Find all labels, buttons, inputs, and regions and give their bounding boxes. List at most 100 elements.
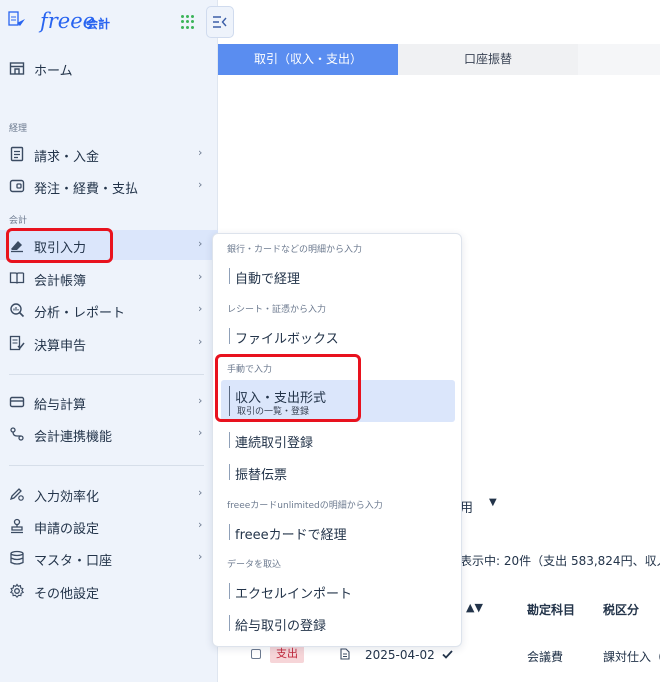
flyout-item-transfer-slip[interactable]: 振替伝票: [221, 457, 455, 487]
chevron-right-icon: ›: [198, 178, 203, 191]
collapse-menu-icon: [213, 16, 227, 28]
eraser-icon: [11, 241, 23, 253]
flyout-item-freee-card[interactable]: freeeカードで経理: [221, 517, 455, 547]
chevron-right-icon: ›: [198, 426, 203, 439]
sidebar-item-label: 給与計算: [34, 398, 87, 413]
book-open-icon: [9, 272, 25, 284]
row-checkbox[interactable]: [251, 649, 261, 659]
item-bar: [229, 328, 230, 344]
tab-account-transfer[interactable]: 口座振替: [398, 44, 578, 75]
sidebar-item-label: 取引入力: [34, 241, 87, 256]
item-bar: [229, 464, 230, 480]
item-bar: [229, 432, 230, 448]
section-label-keiri: 経理: [9, 124, 28, 134]
sidebar-item-ledgers[interactable]: 会計帳簿 ›: [0, 263, 218, 293]
sidebar-item-payroll[interactable]: 給与計算 ›: [0, 387, 218, 417]
check-icon: [442, 650, 453, 659]
type-badge: 支出: [270, 645, 304, 663]
flyout-category: 銀行・カードなどの明細から入力: [227, 245, 363, 255]
chevron-right-icon: ›: [198, 237, 203, 250]
sidebar-item-label: 分析・レポート: [34, 306, 126, 321]
sidebar-item-label: 発注・経費・支払: [34, 182, 139, 197]
sidebar-collapse-button[interactable]: [206, 6, 234, 38]
chevron-right-icon: ›: [198, 335, 203, 348]
item-bar: [229, 583, 230, 599]
sidebar-item-other-settings[interactable]: その他設定: [0, 576, 218, 606]
tab-blank: [578, 44, 660, 75]
app-logo-sub: 会計: [86, 17, 111, 31]
sidebar: freee 会計 ホーム 経理 請求・入金 › 発注・経費・支払 › 会計 取引…: [0, 0, 218, 682]
transaction-input-flyout: 銀行・カードなどの明細から入力 自動で経理 レシート・証憑から入力 ファイルボッ…: [212, 233, 462, 647]
sidebar-item-label: 申請の設定: [34, 522, 100, 537]
tab-transactions[interactable]: 取引（収入・支出）: [218, 44, 398, 75]
sidebar-item-label: その他設定: [34, 587, 100, 602]
flyout-item-label: エクセルインポート: [235, 587, 353, 602]
document-icon: [10, 146, 24, 162]
sidebar-item-label: 決算申告: [34, 339, 87, 354]
sidebar-item-closing[interactable]: 決算申告 ›: [0, 328, 218, 358]
magnifier-chart-icon: [10, 303, 25, 318]
flyout-item-income-expense[interactable]: 収入・支出形式 取引の一覧・登録: [221, 380, 455, 422]
item-bar: [229, 524, 230, 540]
flyout-item-label: 自動で経理: [235, 272, 301, 287]
stamp-icon: [11, 518, 23, 534]
item-bar: [229, 386, 230, 416]
sort-arrows-icon[interactable]: ▲▼: [466, 601, 483, 614]
wallet-icon: [9, 179, 25, 193]
logo-bird-icon: [8, 11, 25, 26]
sidebar-item-expenses[interactable]: 発注・経費・支払 ›: [0, 171, 218, 201]
sidebar-divider: [9, 465, 204, 466]
sidebar-item-label: 入力効率化: [34, 490, 100, 505]
sidebar-item-master[interactable]: マスタ・口座 ›: [0, 543, 218, 573]
flyout-item-excel-import[interactable]: エクセルインポート: [221, 576, 455, 606]
sidebar-item-label: ホーム: [34, 64, 73, 79]
sidebar-divider: [9, 374, 204, 375]
chevron-right-icon: ›: [198, 550, 203, 563]
sidebar-item-label: マスタ・口座: [34, 554, 113, 569]
sidebar-item-transaction-input[interactable]: 取引入力 ›: [0, 230, 218, 260]
flyout-item-sublabel: 取引の一覧・登録: [237, 407, 310, 417]
flyout-item-filebox[interactable]: ファイルボックス: [221, 321, 455, 351]
flyout-category: 手動で入力: [227, 365, 273, 375]
sidebar-item-efficiency[interactable]: 入力効率化 ›: [0, 479, 218, 509]
flyout-item-continuous[interactable]: 連続取引登録: [221, 425, 455, 455]
sidebar-item-reports[interactable]: 分析・レポート ›: [0, 295, 218, 325]
file-icon[interactable]: [340, 648, 350, 660]
chevron-right-icon: ›: [198, 302, 203, 315]
logo-row: freee 会計: [0, 0, 218, 44]
checklist-icon: [9, 335, 25, 351]
chevron-right-icon: ›: [198, 394, 203, 407]
flyout-item-auto[interactable]: 自動で経理: [221, 261, 455, 291]
sidebar-item-label: 会計連携機能: [34, 430, 113, 445]
sidebar-item-integrations[interactable]: 会計連携機能 ›: [0, 419, 218, 449]
chevron-right-icon: ›: [198, 518, 203, 531]
chevron-right-icon: ›: [198, 486, 203, 499]
app-switcher-icon[interactable]: [181, 15, 195, 29]
column-header-account: 勘定科目: [527, 603, 576, 617]
item-bar: [229, 615, 230, 631]
pen-gear-icon: [9, 488, 24, 501]
row-tax: 課対仕入（: [603, 650, 660, 664]
sidebar-item-home[interactable]: ホーム: [0, 53, 218, 83]
sidebar-item-label: 請求・入金: [34, 150, 100, 165]
dropdown-caret-icon[interactable]: ▼: [489, 497, 497, 508]
gear-icon: [9, 583, 25, 599]
flyout-item-payroll-transactions[interactable]: 給与取引の登録: [221, 608, 455, 638]
chevron-right-icon: ›: [198, 270, 203, 283]
section-label-kaikei: 会計: [9, 216, 28, 226]
database-icon: [10, 550, 24, 565]
flyout-item-label: freeeカードで経理: [235, 528, 347, 543]
sidebar-item-request-settings[interactable]: 申請の設定 ›: [0, 511, 218, 541]
card-icon: [9, 396, 25, 408]
flyout-category: レシート・証憑から入力: [227, 305, 327, 315]
store-icon: [9, 62, 25, 75]
row-account: 会議費: [527, 650, 564, 664]
sidebar-item-invoice[interactable]: 請求・入金 ›: [0, 139, 218, 169]
transaction-tabs: 取引（収入・支出） 口座振替: [218, 44, 660, 75]
flyout-item-label: 振替伝票: [235, 468, 288, 483]
flyout-item-label: ファイルボックス: [235, 332, 339, 347]
sidebar-item-label: 会計帳簿: [34, 274, 87, 289]
link-icon: [10, 427, 24, 441]
flyout-category: freeeカードunlimitedの明細から入力: [227, 501, 383, 511]
row-date: 2025-04-02: [365, 648, 435, 662]
